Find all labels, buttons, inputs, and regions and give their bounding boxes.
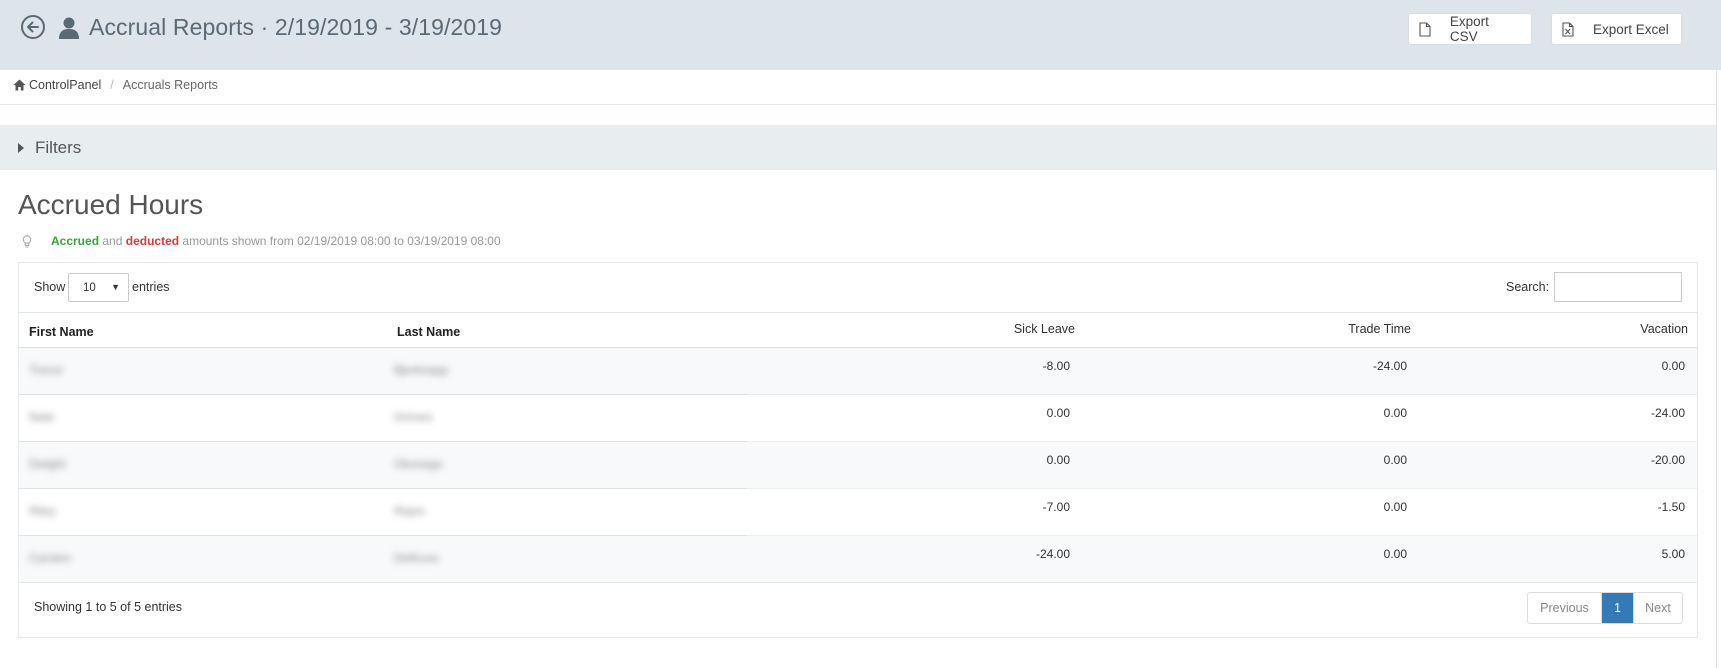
table-row[interactable]: Dwight Okonego 0.00 0.00 -20.00 [19, 442, 1697, 489]
export-csv-button[interactable]: Export CSV [1408, 13, 1532, 45]
page-1-button[interactable]: 1 [1602, 593, 1633, 623]
table-header: First Name Last Name Sick Leave Trade Ti… [19, 313, 1697, 348]
excel-file-icon [1552, 14, 1584, 44]
breadcrumb-home-link[interactable]: ControlPanel [29, 78, 101, 92]
cell-last-name: Grimes [394, 410, 433, 424]
cell-sick-leave: -7.00 [1042, 500, 1070, 514]
file-icon [1409, 14, 1441, 44]
cell-last-name: Bjerknapp [394, 363, 449, 377]
cell-trade-time: 0.00 [1383, 406, 1407, 420]
home-icon [13, 79, 26, 91]
info-range-text: amounts shown from 02/19/2019 08:00 to 0… [179, 234, 501, 248]
table-row[interactable]: Trevor Bjerknapp -8.00 -24.00 0.00 [19, 348, 1697, 395]
cell-sick-leave: 0.00 [1046, 453, 1070, 467]
cell-trade-time: -24.00 [1372, 359, 1407, 373]
table-row[interactable]: Nate Grimes 0.00 0.00 -24.00 [19, 395, 1697, 442]
select-arrow-icon: ▼ [111, 282, 120, 292]
cell-first-name: Riley [29, 504, 56, 518]
column-header-trade-time[interactable]: Trade Time [1348, 322, 1411, 336]
accruals-table-panel: Show 10 ▼ entries Search: First Name Las… [18, 262, 1698, 638]
export-excel-label: Export Excel [1593, 21, 1669, 37]
divider [19, 582, 1697, 583]
info-and-text: and [99, 234, 126, 248]
cell-trade-time: 0.00 [1383, 453, 1407, 467]
next-page-button[interactable]: Next [1633, 593, 1682, 623]
accrued-text: Accrued [51, 234, 100, 248]
user-icon [59, 17, 79, 39]
cell-trade-time: 0.00 [1383, 547, 1407, 561]
divider [0, 104, 1716, 105]
show-label: Show [34, 280, 66, 294]
cell-first-name: Carsten [29, 551, 72, 565]
cell-vacation: -1.50 [1657, 500, 1685, 514]
cell-last-name: Okonego [394, 457, 443, 471]
lightbulb-icon [22, 234, 32, 248]
cell-first-name: Dwight [29, 457, 66, 471]
column-header-sick-leave[interactable]: Sick Leave [1014, 322, 1075, 336]
table-row[interactable]: Carsten Delhuva -24.00 0.00 5.00 [19, 536, 1697, 583]
search-label: Search: [1506, 280, 1550, 294]
previous-page-button[interactable]: Previous [1528, 593, 1602, 623]
cell-last-name: Delhuva [394, 551, 439, 565]
cell-vacation: -20.00 [1650, 453, 1685, 467]
page-title: Accrual Reports · 2/19/2019 - 3/19/2019 [89, 14, 503, 40]
deducted-text: deducted [125, 234, 180, 248]
cell-sick-leave: -8.00 [1042, 359, 1070, 373]
cell-first-name: Nate [29, 410, 55, 424]
export-excel-button[interactable]: Export Excel [1551, 13, 1682, 45]
cell-vacation: 0.00 [1661, 359, 1685, 373]
filters-label: Filters [35, 137, 82, 157]
column-header-vacation[interactable]: Vacation [1640, 322, 1688, 336]
column-header-first-name[interactable]: First Name [29, 325, 94, 339]
breadcrumb-separator: / [110, 78, 114, 92]
export-csv-label: Export CSV [1449, 14, 1489, 44]
page-header: Accrual Reports · 2/19/2019 - 3/19/2019 … [0, 0, 1721, 70]
cell-last-name: Rejon [394, 504, 426, 518]
cell-sick-leave: 0.00 [1046, 406, 1070, 420]
back-arrow-circle-icon[interactable] [20, 14, 46, 40]
accrual-info-line: Accrued and deducted amounts shown from … [22, 234, 501, 248]
caret-right-icon [18, 142, 24, 153]
cell-first-name: Trevor [29, 363, 64, 377]
cell-trade-time: 0.00 [1383, 500, 1407, 514]
section-title: Accrued Hours [18, 189, 204, 220]
table-row[interactable]: Riley Rejon -7.00 0.00 -1.50 [19, 489, 1697, 536]
page-length-select[interactable]: 10 ▼ [68, 273, 129, 302]
page-length-value: 10 [83, 282, 96, 294]
breadcrumb: ControlPanel / Accruals Reports [13, 78, 218, 92]
column-header-last-name[interactable]: Last Name [397, 325, 460, 339]
cell-vacation: 5.00 [1661, 547, 1685, 561]
pagination: Previous 1 Next [1527, 592, 1683, 624]
breadcrumb-current: Accruals Reports [122, 78, 218, 92]
table-info: Showing 1 to 5 of 5 entries [34, 600, 183, 614]
entries-label: entries [132, 280, 170, 294]
cell-vacation: -24.00 [1650, 406, 1685, 420]
filters-toggle[interactable]: Filters [0, 125, 1716, 170]
search-input[interactable] [1554, 272, 1682, 302]
cell-sick-leave: -24.00 [1035, 547, 1070, 561]
divider [1716, 70, 1717, 668]
